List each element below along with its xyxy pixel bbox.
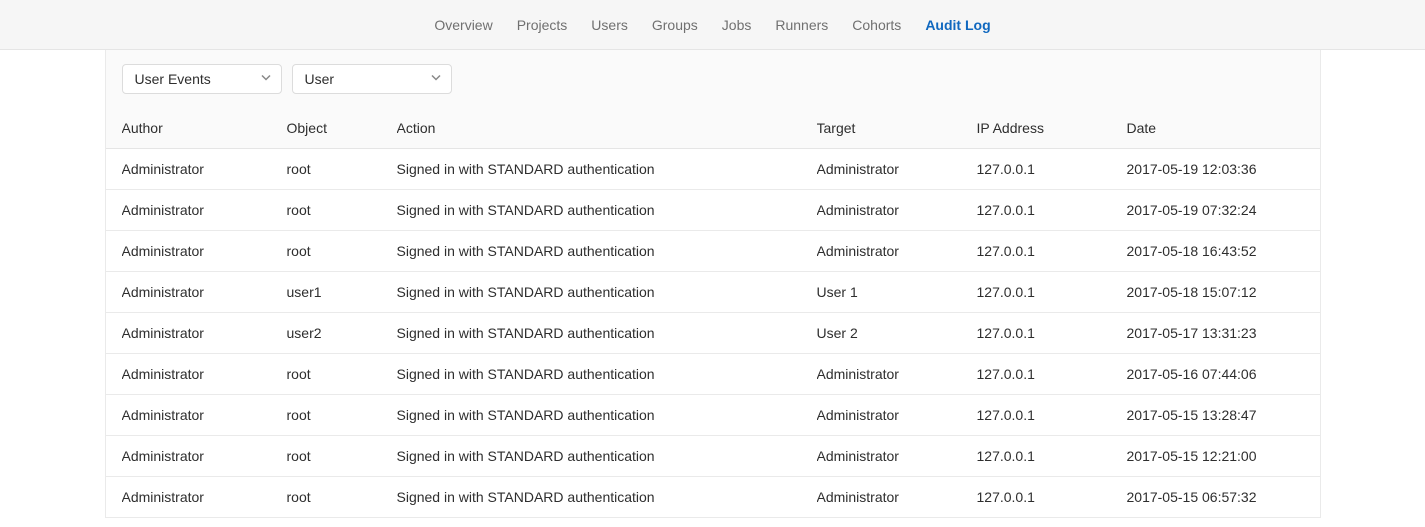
cell-author: Administrator	[122, 407, 287, 423]
cell-object: user1	[287, 284, 397, 300]
table-row: AdministratorrootSigned in with STANDARD…	[106, 149, 1320, 190]
cell-action: Signed in with STANDARD authentication	[397, 489, 817, 505]
cell-author: Administrator	[122, 366, 287, 382]
cell-target: Administrator	[817, 448, 977, 464]
cell-author: Administrator	[122, 284, 287, 300]
cell-object: user2	[287, 325, 397, 341]
cell-object: root	[287, 366, 397, 382]
cell-object: root	[287, 407, 397, 423]
tab-users[interactable]: Users	[579, 0, 640, 50]
table-row: AdministratorrootSigned in with STANDARD…	[106, 190, 1320, 231]
cell-ip: 127.0.0.1	[977, 407, 1127, 423]
nav-tabs: OverviewProjectsUsersGroupsJobsRunnersCo…	[422, 0, 1002, 50]
header-object: Object	[287, 120, 397, 136]
cell-author: Administrator	[122, 489, 287, 505]
tab-projects[interactable]: Projects	[505, 0, 580, 50]
cell-object: root	[287, 202, 397, 218]
header-ip: IP Address	[977, 120, 1127, 136]
chevron-down-icon	[261, 73, 271, 86]
cell-ip: 127.0.0.1	[977, 325, 1127, 341]
cell-ip: 127.0.0.1	[977, 243, 1127, 259]
header-author: Author	[122, 120, 287, 136]
cell-date: 2017-05-16 07:44:06	[1127, 366, 1304, 382]
header-action: Action	[397, 120, 817, 136]
tab-audit-log[interactable]: Audit Log	[913, 0, 1002, 50]
filters-row: User Events User	[105, 50, 1321, 108]
cell-target: Administrator	[817, 202, 977, 218]
cell-date: 2017-05-19 07:32:24	[1127, 202, 1304, 218]
tab-cohorts[interactable]: Cohorts	[840, 0, 913, 50]
tab-runners[interactable]: Runners	[763, 0, 840, 50]
cell-action: Signed in with STANDARD authentication	[397, 243, 817, 259]
cell-object: root	[287, 243, 397, 259]
audit-log-table: Author Object Action Target IP Address D…	[105, 108, 1321, 518]
cell-ip: 127.0.0.1	[977, 448, 1127, 464]
cell-date: 2017-05-17 13:31:23	[1127, 325, 1304, 341]
cell-ip: 127.0.0.1	[977, 284, 1127, 300]
tab-overview[interactable]: Overview	[422, 0, 504, 50]
nav-bar: OverviewProjectsUsersGroupsJobsRunnersCo…	[0, 0, 1425, 50]
tab-jobs[interactable]: Jobs	[710, 0, 764, 50]
table-row: AdministratorrootSigned in with STANDARD…	[106, 231, 1320, 272]
cell-target: User 1	[817, 284, 977, 300]
table-header: Author Object Action Target IP Address D…	[106, 108, 1320, 149]
cell-author: Administrator	[122, 325, 287, 341]
table-row: AdministratorrootSigned in with STANDARD…	[106, 436, 1320, 477]
cell-date: 2017-05-15 12:21:00	[1127, 448, 1304, 464]
cell-author: Administrator	[122, 448, 287, 464]
cell-action: Signed in with STANDARD authentication	[397, 448, 817, 464]
cell-date: 2017-05-15 06:57:32	[1127, 489, 1304, 505]
cell-target: User 2	[817, 325, 977, 341]
cell-ip: 127.0.0.1	[977, 202, 1127, 218]
cell-author: Administrator	[122, 202, 287, 218]
cell-action: Signed in with STANDARD authentication	[397, 202, 817, 218]
cell-ip: 127.0.0.1	[977, 366, 1127, 382]
cell-author: Administrator	[122, 161, 287, 177]
table-row: AdministratorrootSigned in with STANDARD…	[106, 477, 1320, 518]
cell-target: Administrator	[817, 489, 977, 505]
event-type-value: User Events	[135, 71, 211, 87]
user-filter-dropdown[interactable]: User	[292, 64, 452, 94]
event-type-dropdown[interactable]: User Events	[122, 64, 282, 94]
table-row: Administratoruser1Signed in with STANDAR…	[106, 272, 1320, 313]
cell-action: Signed in with STANDARD authentication	[397, 161, 817, 177]
cell-date: 2017-05-18 15:07:12	[1127, 284, 1304, 300]
cell-action: Signed in with STANDARD authentication	[397, 284, 817, 300]
cell-action: Signed in with STANDARD authentication	[397, 407, 817, 423]
cell-ip: 127.0.0.1	[977, 161, 1127, 177]
cell-date: 2017-05-18 16:43:52	[1127, 243, 1304, 259]
header-target: Target	[817, 120, 977, 136]
cell-target: Administrator	[817, 243, 977, 259]
header-date: Date	[1127, 120, 1304, 136]
tab-groups[interactable]: Groups	[640, 0, 710, 50]
table-row: Administratoruser2Signed in with STANDAR…	[106, 313, 1320, 354]
cell-target: Administrator	[817, 407, 977, 423]
chevron-down-icon	[431, 73, 441, 86]
table-row: AdministratorrootSigned in with STANDARD…	[106, 395, 1320, 436]
cell-date: 2017-05-15 13:28:47	[1127, 407, 1304, 423]
cell-target: Administrator	[817, 161, 977, 177]
cell-action: Signed in with STANDARD authentication	[397, 325, 817, 341]
cell-date: 2017-05-19 12:03:36	[1127, 161, 1304, 177]
cell-object: root	[287, 161, 397, 177]
cell-object: root	[287, 489, 397, 505]
cell-object: root	[287, 448, 397, 464]
cell-author: Administrator	[122, 243, 287, 259]
cell-action: Signed in with STANDARD authentication	[397, 366, 817, 382]
cell-ip: 127.0.0.1	[977, 489, 1127, 505]
user-filter-value: User	[305, 71, 335, 87]
cell-target: Administrator	[817, 366, 977, 382]
content-wrapper: User Events User Author Object Action Ta…	[89, 50, 1337, 518]
table-row: AdministratorrootSigned in with STANDARD…	[106, 354, 1320, 395]
